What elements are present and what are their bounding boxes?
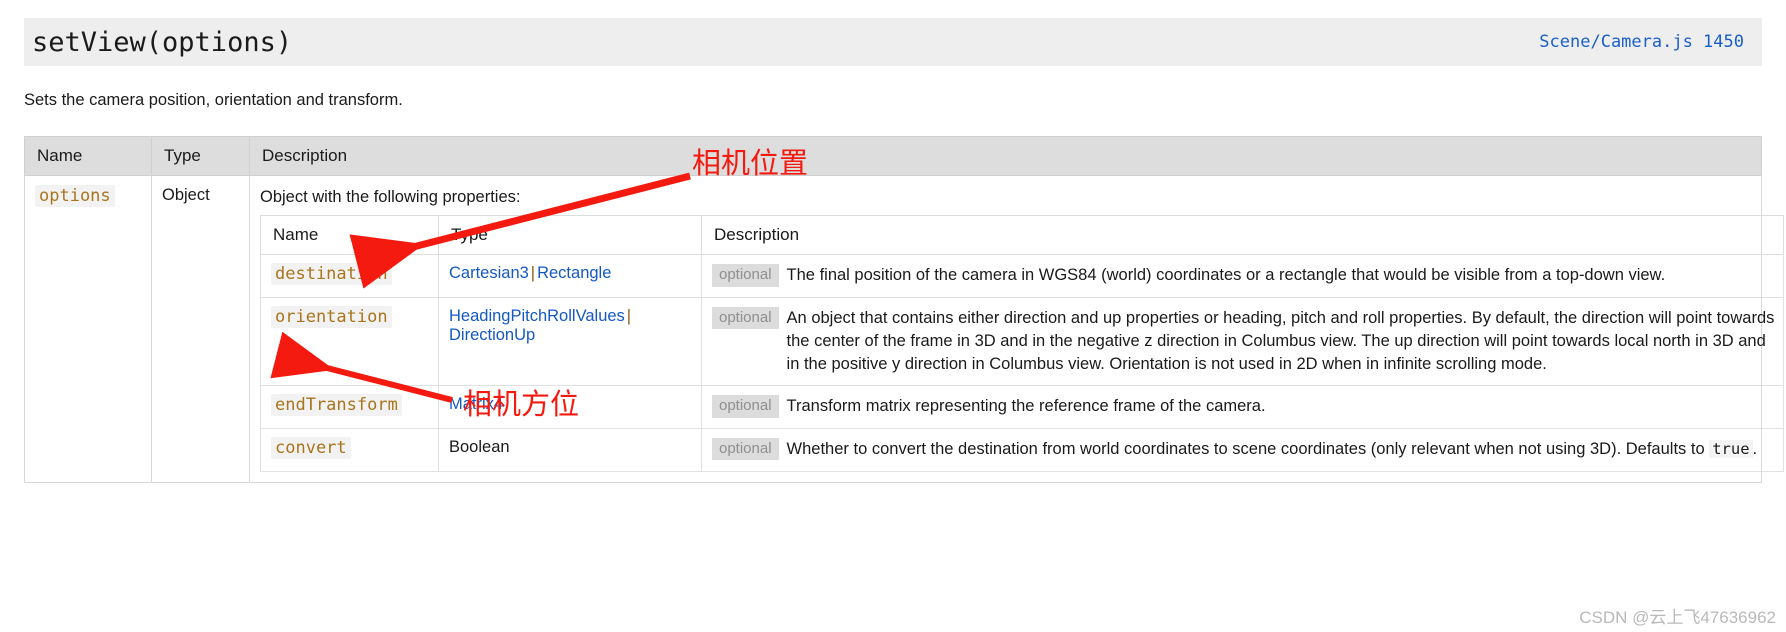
- status-badge: optional: [712, 264, 779, 287]
- status-badge: optional: [712, 395, 779, 418]
- sub-param-description: An object that contains either direction…: [786, 309, 1775, 373]
- type-link-directionup[interactable]: DirectionUp: [449, 326, 535, 344]
- sub-parameters-table: Name Type Description destination Cartes…: [260, 215, 1784, 472]
- sub-param-description: Transform matrix representing the refere…: [786, 397, 1266, 416]
- table-row: convert Boolean optional Whether to conv…: [260, 428, 1784, 472]
- column-header-name: Name: [24, 136, 152, 176]
- table-row: destination Cartesian3 | Rectangle optiona…: [260, 254, 1784, 299]
- sub-param-type-cell: Cartesian3 | Rectangle: [438, 254, 702, 299]
- param-name-destination: destination: [271, 263, 392, 286]
- param-name-cell: options: [24, 175, 152, 483]
- param-name-endtransform: endTransform: [271, 394, 402, 417]
- status-badge: optional: [712, 438, 779, 461]
- sub-param-name-cell: endTransform: [260, 385, 439, 430]
- sub-param-description-cell: optional Whether to convert the destinat…: [701, 428, 1784, 472]
- param-name-options: options: [35, 185, 115, 207]
- source-file-link[interactable]: Scene/Camera.js 1450: [1539, 32, 1744, 52]
- sub-param-description: The final position of the camera in WGS8…: [786, 266, 1666, 285]
- type-link-cartesian3[interactable]: Cartesian3: [449, 264, 529, 282]
- sub-param-description-cell: optional The final position of the camer…: [701, 254, 1784, 299]
- watermark: CSDN @云上飞47636962: [1579, 608, 1776, 627]
- type-separator: |: [626, 307, 632, 326]
- table-row: endTransform Matrix4 optional Transform …: [260, 385, 1784, 430]
- sub-column-header-name: Name: [260, 215, 439, 256]
- sub-param-type-cell: HeadingPitchRollValues | DirectionUp: [438, 297, 702, 387]
- status-badge: optional: [712, 307, 779, 330]
- type-boolean: Boolean: [449, 438, 510, 457]
- param-name-convert: convert: [271, 437, 351, 460]
- description-after: .: [1752, 440, 1758, 459]
- method-signature-header: setView(options) Scene/Camera.js 1450: [24, 18, 1762, 66]
- table-row: orientation HeadingPitchRollValues | Direc…: [260, 297, 1784, 387]
- sub-param-name-cell: convert: [260, 428, 439, 472]
- column-header-type: Type: [151, 136, 250, 176]
- parameters-table: Name Type Description options Object Obj…: [24, 136, 1784, 483]
- description-before: Whether to convert the destination from …: [786, 440, 1705, 459]
- sub-param-description-cell: optional An object that contains either …: [701, 297, 1784, 387]
- type-separator: |: [530, 264, 536, 283]
- table-row: options Object Object with the following…: [24, 175, 1784, 483]
- type-link-matrix4[interactable]: Matrix4: [449, 395, 503, 413]
- column-header-description: Description: [249, 136, 1762, 176]
- description-lead: Object with the following properties:: [260, 188, 521, 206]
- type-link-headingpitchrollvalues[interactable]: HeadingPitchRollValues: [449, 307, 625, 325]
- default-value-code: true: [1709, 440, 1753, 459]
- method-signature: setView(options): [32, 26, 293, 58]
- param-type-cell: Object: [151, 175, 250, 483]
- sub-table-header-row: Name Type Description: [260, 215, 1784, 256]
- sub-param-type-cell: Matrix4: [438, 385, 702, 430]
- sub-param-description: Whether to convert the destination from …: [787, 438, 1775, 461]
- table-header-row: Name Type Description: [24, 136, 1762, 176]
- type-link-rectangle[interactable]: Rectangle: [537, 264, 611, 282]
- sub-param-type-cell: Boolean: [438, 428, 702, 472]
- sub-param-description-cell: optional Transform matrix representing t…: [701, 385, 1784, 430]
- sub-param-name-cell: destination: [260, 254, 439, 299]
- sub-column-header-description: Description: [701, 215, 1784, 256]
- param-type-object: Object: [162, 186, 210, 204]
- param-name-orientation: orientation: [271, 306, 392, 329]
- sub-column-header-type: Type: [438, 215, 702, 256]
- method-description: Sets the camera position, orientation an…: [24, 91, 403, 109]
- param-description-cell: Object with the following properties: Na…: [249, 175, 1784, 483]
- sub-param-name-cell: orientation: [260, 297, 439, 387]
- doc-page: setView(options) Scene/Camera.js 1450 Se…: [0, 0, 1786, 632]
